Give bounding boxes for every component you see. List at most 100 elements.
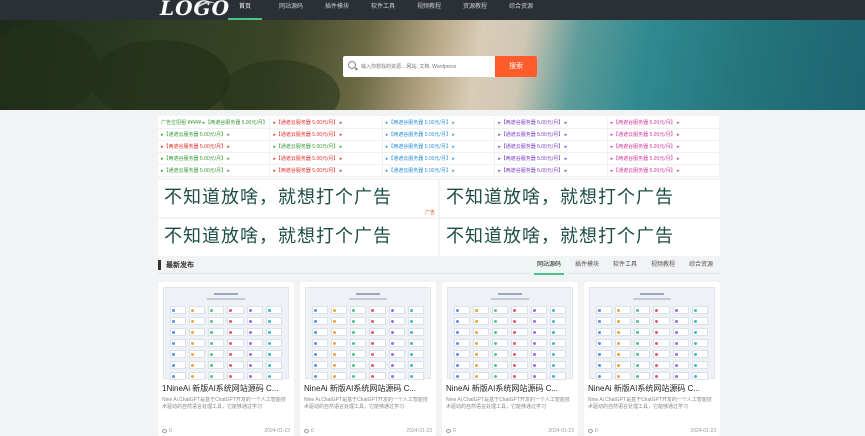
nav-item-3[interactable]: 软件工具: [366, 0, 400, 20]
thumbnail-cell: [246, 372, 263, 380]
search-input[interactable]: [361, 56, 491, 77]
thumbnail-cell: [208, 328, 225, 336]
ad-link[interactable]: ▸【通遮云服务器 5.00元/月】 ▸: [270, 117, 383, 129]
ad-link[interactable]: ▸【两遮谷服务器 5.00元/月】 ▸: [270, 165, 383, 177]
ad-banners: 不知道放啥，就想打个广告 广告 不知道放啥，就想打个广告 不知道放啥，就想打个广告 不知…: [158, 180, 720, 256]
site-logo[interactable]: LOGO: [160, 0, 230, 20]
nav-item-5[interactable]: 资源教程: [458, 0, 492, 20]
thumbnail-cell: [369, 306, 386, 314]
thumbnail-dot: [248, 374, 252, 378]
thumbnail-dot: [655, 352, 659, 356]
ad-link[interactable]: ▸【两遮谷服务器 5.00元/月】 ▸: [495, 165, 608, 177]
thumbnail-dot: [409, 319, 413, 323]
ad-link[interactable]: ▸【通遮云服务器 5.00元/月】 ▸: [270, 129, 383, 141]
thumbnail-cell: [407, 372, 424, 380]
ad-link[interactable]: ▸【两遮谷服务器 5.00元/月】 ▸: [607, 153, 720, 165]
ad-link[interactable]: ▸【两遮谷服务器 5.00元/月】 ▸: [495, 153, 608, 165]
ad-link[interactable]: ▸【两遮谷服务器 5.00元/月】 ▸: [158, 153, 271, 165]
ad-banner[interactable]: 不知道放啥，就想打个广告: [440, 180, 720, 217]
thumbnail-cell: [189, 306, 206, 314]
thumbnail-cell: [369, 361, 386, 369]
post-title[interactable]: NineAi 新版AI系统网站源码 C...: [304, 383, 432, 394]
thumbnail-cell: [634, 339, 651, 347]
ad-link[interactable]: 广告位招租 ¥¥¥¥¥ ▸【两遮谷服务器 5.00元/月】: [158, 117, 271, 129]
ad-banner[interactable]: 不知道放啥，就想打个广告 广告: [158, 180, 438, 217]
thumbnail-dot: [456, 319, 459, 323]
thumbnail-dot: [598, 330, 601, 334]
nav-item-0[interactable]: 首页: [228, 0, 262, 20]
thumbnail-cell: [615, 361, 632, 369]
thumbnail-dot: [172, 363, 175, 367]
post-title[interactable]: NineAi 新版AI系统网站源码 C...: [588, 383, 716, 394]
nav-item-6[interactable]: 综合资源: [504, 0, 538, 20]
search-button[interactable]: 搜索: [495, 56, 537, 77]
nav-item-1[interactable]: 网站源码: [274, 0, 308, 20]
ad-link[interactable]: ▸【通遮云服务器 5.00元/月】 ▸: [270, 153, 383, 165]
thumbnail-dot: [655, 374, 659, 378]
post-thumbnail[interactable]: [305, 287, 431, 380]
ad-link[interactable]: ▸【两遮谷服务器 5.00元/月】 ▸: [382, 117, 496, 129]
post-card[interactable]: NineAi 新版AI系统网站源码 C... Nine Ai.ChatGPT是基于…: [442, 282, 578, 436]
tab-4[interactable]: 综合资源: [682, 258, 720, 274]
thumbnail-dot: [409, 330, 413, 334]
ad-link[interactable]: ▸【通遮云服务器 5.00元/月】 ▸: [495, 129, 608, 141]
ad-link[interactable]: ▸【两遮谷服务器 5.00元/月】 ▸: [607, 117, 720, 129]
nav-item-4[interactable]: 视频教程: [412, 0, 446, 20]
post-card[interactable]: NineAi 新版AI系统网站源码 C... Nine Ai.ChatGPT是基于…: [584, 282, 720, 436]
thumbnail-cell: [549, 317, 566, 325]
ad-link[interactable]: ▸【通遮云服务器 5.00元/月】 ▸: [158, 165, 271, 177]
thumbnail-dot: [456, 330, 459, 334]
thumbnail-dot: [598, 308, 601, 312]
ad-link[interactable]: ▸【通遮云服务器 5.00元/月】 ▸: [382, 153, 496, 165]
thumbnail-cell: [672, 339, 689, 347]
thumbnail-cell: [189, 339, 206, 347]
post-card[interactable]: 1NineAi 新版AI系统网站源码 C... Nine Ai.ChatGPT是基…: [158, 282, 294, 436]
ad-link[interactable]: ▸【通遮云服务器 5.00元/月】 ▸: [607, 129, 720, 141]
thumbnail-cell: [653, 339, 670, 347]
post-views: 0: [453, 428, 456, 434]
ad-link[interactable]: ▸【两遮谷服务器 5.00元/月】 ▸: [495, 117, 608, 129]
ad-banner-text: 不知道放啥，就想打个广告: [446, 226, 674, 247]
ad-link[interactable]: ▸【通遮云服务器 5.00元/月】 ▸: [158, 129, 271, 141]
ad-link[interactable]: ▸【通遮云服务器 5.00元/月】 ▸: [607, 165, 720, 177]
post-thumbnail[interactable]: [447, 287, 573, 380]
thumbnail-dot: [513, 319, 517, 323]
ad-banner[interactable]: 不知道放啥，就想打个广告: [440, 219, 720, 256]
nav-item-2[interactable]: 插件模块: [320, 0, 354, 20]
thumbnail-cell: [615, 372, 632, 380]
ad-link[interactable]: ▸【两遮谷服务器 5.00元/月】 ▸: [158, 141, 271, 153]
tab-1[interactable]: 插件模块: [568, 258, 606, 274]
thumbnail-dot: [617, 308, 621, 312]
ad-link[interactable]: ▸【两遮谷服务器 5.00元/月】 ▸: [607, 141, 720, 153]
post-thumbnail[interactable]: [163, 287, 289, 380]
thumbnail-cell: [189, 317, 206, 325]
ad-link[interactable]: ▸【通遮云服务器 5.00元/月】 ▸: [495, 141, 608, 153]
thumbnail-dot: [229, 319, 233, 323]
thumbnail-dot: [674, 341, 678, 345]
thumbnail-dot: [617, 330, 621, 334]
post-title[interactable]: 1NineAi 新版AI系统网站源码 C...: [162, 383, 290, 394]
post-title[interactable]: NineAi 新版AI系统网站源码 C...: [446, 383, 574, 394]
tab-2[interactable]: 软件工具: [606, 258, 644, 274]
ad-link[interactable]: ▸【通遮云服务器 5.00元/月】 ▸: [382, 165, 496, 177]
ad-link[interactable]: ▸【通遮云服务器 5.00元/月】 ▸: [270, 141, 383, 153]
thumbnail-cell: [331, 361, 348, 369]
post-meta: 0 2024-01-23: [162, 428, 290, 434]
thumbnail-dot: [267, 319, 271, 323]
ad-link[interactable]: ▸【两遮谷服务器 5.00元/月】 ▸: [382, 141, 496, 153]
thumbnail-cell: [549, 339, 566, 347]
tab-0[interactable]: 网站源码: [530, 258, 568, 275]
thumbnail-dot: [390, 330, 394, 334]
hero-forest-shape: [90, 40, 230, 110]
post-meta: 0 2024-01-23: [446, 428, 574, 434]
tab-3[interactable]: 视频教程: [644, 258, 682, 274]
post-card[interactable]: NineAi 新版AI系统网站源码 C... Nine Ai.ChatGPT是基于…: [300, 282, 436, 436]
thumbnail-dot: [248, 319, 252, 323]
post-thumbnail[interactable]: [589, 287, 715, 380]
thumbnail-cell: [454, 361, 471, 369]
ad-banner[interactable]: 不知道放啥，就想打个广告: [158, 219, 438, 256]
thumbnail-cell: [331, 328, 348, 336]
thumbnail-dot: [617, 363, 621, 367]
ad-link[interactable]: ▸【两遮谷服务器 5.00元/月】 ▸: [382, 129, 496, 141]
thumbnail-dot: [229, 363, 233, 367]
